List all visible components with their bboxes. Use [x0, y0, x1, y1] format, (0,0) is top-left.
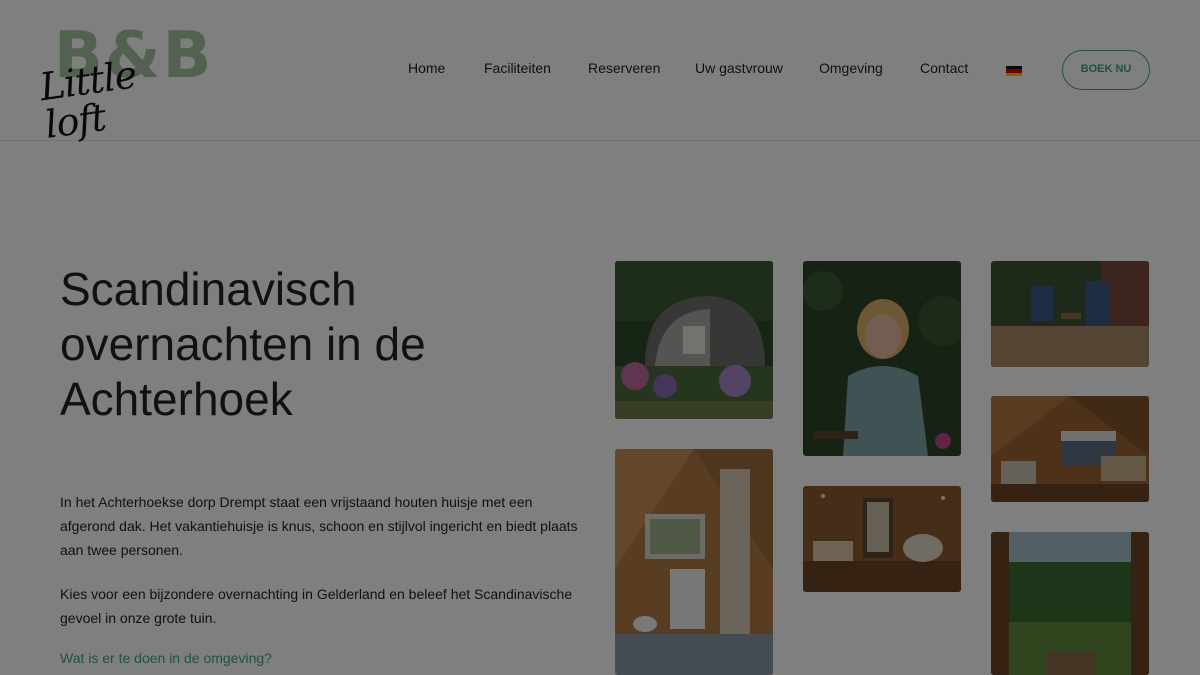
photo-host[interactable] — [803, 261, 961, 456]
nav-item-uw-gastvrouw[interactable]: Uw gastvrouw — [695, 60, 783, 76]
omgeving-link[interactable]: Wat is er te doen in de omgeving? — [60, 650, 272, 666]
nav-item-home[interactable]: Home — [408, 60, 445, 76]
nav-item-omgeving[interactable]: Omgeving — [819, 60, 883, 76]
german-flag-icon[interactable] — [1006, 66, 1022, 76]
photo-bathroom[interactable] — [615, 449, 773, 675]
logo-script-text: Little loft — [37, 52, 139, 147]
site-header: B&B Little loft Home Faciliteiten Reserv… — [0, 0, 1200, 147]
logo[interactable]: B&B Little loft — [37, 24, 211, 147]
nav-item-faciliteiten[interactable]: Faciliteiten — [484, 60, 551, 76]
photo-interior-seating[interactable] — [803, 486, 961, 592]
boek-nu-button[interactable]: BOEK NU — [1062, 50, 1150, 90]
page-title: Scandinavisch overnachten in de Achterho… — [60, 263, 426, 425]
nav-item-contact[interactable]: Contact — [920, 60, 968, 76]
photo-terrace-chairs[interactable] — [991, 261, 1149, 367]
photo-pod-exterior[interactable] — [615, 261, 773, 419]
photo-bedroom[interactable] — [991, 396, 1149, 502]
nav-item-reserveren[interactable]: Reserveren — [588, 60, 660, 76]
photo-garden-view[interactable] — [991, 532, 1149, 675]
intro-paragraph: In het Achterhoekse dorp Drempt staat ee… — [60, 494, 578, 558]
secondary-paragraph: Kies voor een bijzondere overnachting in… — [60, 586, 573, 626]
